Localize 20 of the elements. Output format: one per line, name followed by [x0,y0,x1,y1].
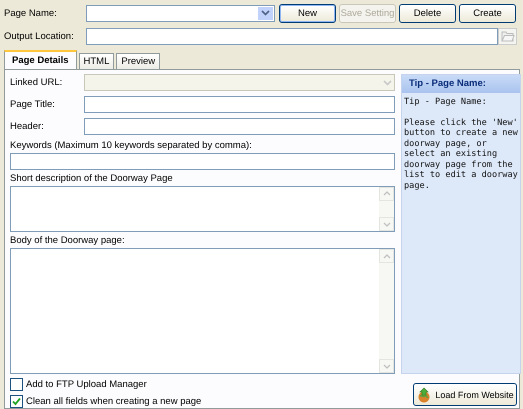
field-label: Header: [10,121,45,132]
tip-title: Tip - Page Name: [402,75,520,93]
toolbar-button[interactable]: Delete [399,4,456,22]
field-label: Short description of the Doorway Page [10,172,174,186]
field-label: Linked URL: [10,77,64,88]
field-label: Page Title: [10,99,56,110]
toolbar-button[interactable]: New [279,4,336,22]
field-label: Output Location: [4,30,75,42]
field-label: Keywords (Maximum 10 keywords separated by comma): [10,139,253,153]
tab[interactable]: Page Details [4,50,76,69]
checkbox-label[interactable]: Clean all fields when creating a new page [26,396,202,407]
field-label: Body of the Doorway page: [10,234,126,248]
tip-heading: Tip - Page Name: [403,96,488,108]
tab[interactable]: HTML [78,53,114,69]
toolbar-button[interactable]: Create [459,4,516,22]
checkbox-label[interactable]: Add to FTP Upload Manager [26,379,147,390]
load-from-website-button[interactable]: Load From Website [413,383,517,406]
tab[interactable]: Preview [116,53,160,69]
tip-text: Please click the 'New' button to create a new doorway page, or select an existing doorway page from the list to edit a doorway page. [403,116,519,191]
field-label: Page Name: [4,8,58,18]
